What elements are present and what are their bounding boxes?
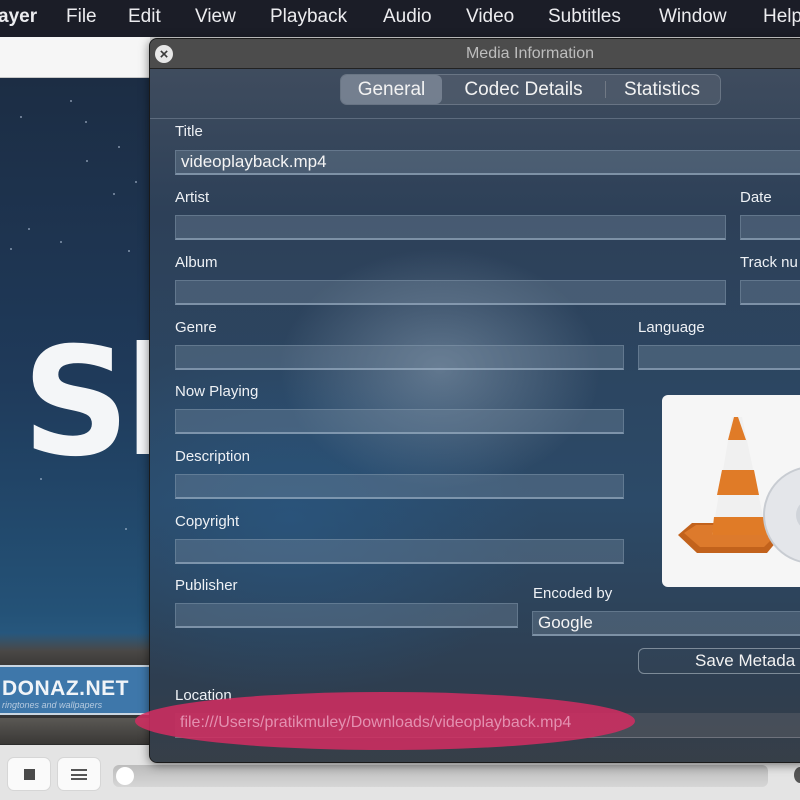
watermark-subtitle: ringtones and wallpapers: [2, 700, 103, 710]
stop-button[interactable]: [7, 757, 51, 791]
now-playing-label: Now Playing: [175, 383, 259, 400]
tab-statistics[interactable]: Statistics: [606, 75, 718, 104]
playlist-icon: [71, 768, 87, 780]
star: [118, 146, 120, 148]
video-watermark-banner: DONAZ.NET ringtones and wallpapers: [0, 665, 150, 715]
description-label: Description: [175, 448, 251, 465]
menu-edit[interactable]: Edit: [128, 6, 161, 28]
star: [10, 248, 12, 250]
dialog-titlebar[interactable]: × Media Information: [150, 39, 800, 69]
star: [28, 228, 30, 230]
star: [60, 241, 62, 243]
seek-slider-knob[interactable]: [116, 767, 134, 785]
date-label: Date: [740, 189, 772, 206]
language-label: Language: [638, 319, 705, 336]
language-field[interactable]: [638, 345, 800, 370]
seek-slider[interactable]: [113, 765, 768, 787]
menu-playback[interactable]: Playback: [270, 6, 347, 28]
video-overlay-text: Sh: [22, 316, 150, 490]
menu-file[interactable]: File: [66, 6, 97, 28]
star: [86, 160, 88, 162]
video-rocks: [0, 718, 150, 744]
menu-subtitles[interactable]: Subtitles: [548, 6, 621, 28]
album-field[interactable]: [175, 280, 726, 305]
menu-view[interactable]: View: [195, 6, 236, 28]
star: [135, 181, 137, 183]
artist-field[interactable]: [175, 215, 726, 240]
track-number-field[interactable]: [740, 280, 800, 305]
star: [70, 100, 72, 102]
copyright-label: Copyright: [175, 513, 240, 530]
menu-video[interactable]: Video: [466, 6, 514, 28]
dialog-title: Media Information: [465, 45, 595, 62]
star: [113, 193, 115, 195]
publisher-label: Publisher: [175, 577, 238, 594]
publisher-field[interactable]: [175, 603, 518, 628]
star: [128, 250, 130, 252]
artist-label: Artist: [175, 189, 210, 206]
star: [85, 121, 87, 123]
track-number-label: Track nu: [740, 254, 798, 271]
tab-codec-details[interactable]: Codec Details: [442, 75, 605, 104]
genre-field[interactable]: [175, 345, 624, 370]
stop-icon: [23, 768, 35, 780]
album-label: Album: [175, 254, 218, 271]
date-field[interactable]: [740, 215, 800, 240]
menu-app-name[interactable]: ayer: [0, 6, 37, 28]
genre-label: Genre: [175, 319, 217, 336]
player-toolbar-strip: [0, 37, 150, 78]
menu-bar: ayer File Edit View Playback Audio Video…: [0, 0, 800, 37]
now-playing-field[interactable]: [175, 409, 624, 434]
video-area[interactable]: Sh DONAZ.NET ringtones and wallpapers: [0, 78, 150, 745]
save-metadata-button[interactable]: Save Metada: [638, 648, 800, 674]
menu-window[interactable]: Window: [659, 6, 727, 28]
volume-knob[interactable]: [794, 767, 800, 783]
vlc-cone-icon: [678, 417, 800, 563]
tab-divider: [150, 118, 800, 119]
menu-help[interactable]: Help: [763, 6, 800, 28]
description-field[interactable]: [175, 474, 624, 499]
title-field[interactable]: videoplayback.mp4: [175, 150, 800, 175]
tab-general[interactable]: General: [341, 75, 442, 104]
star: [20, 116, 22, 118]
artwork-image: [662, 395, 800, 587]
copyright-field[interactable]: [175, 539, 624, 564]
encoded-by-label: Encoded by: [533, 585, 613, 602]
watermark-title: DONAZ.NET: [2, 677, 129, 700]
menu-audio[interactable]: Audio: [383, 6, 432, 28]
location-value[interactable]: file:///Users/pratikmuley/Downloads/vide…: [180, 714, 571, 732]
star: [125, 528, 127, 530]
media-information-dialog: × Media Information General Codec Detail…: [149, 38, 800, 763]
encoded-by-field[interactable]: Google: [532, 611, 800, 636]
title-label: Title: [175, 123, 203, 140]
playlist-button[interactable]: [57, 757, 101, 791]
tab-bar: General Codec Details Statistics: [340, 74, 721, 105]
